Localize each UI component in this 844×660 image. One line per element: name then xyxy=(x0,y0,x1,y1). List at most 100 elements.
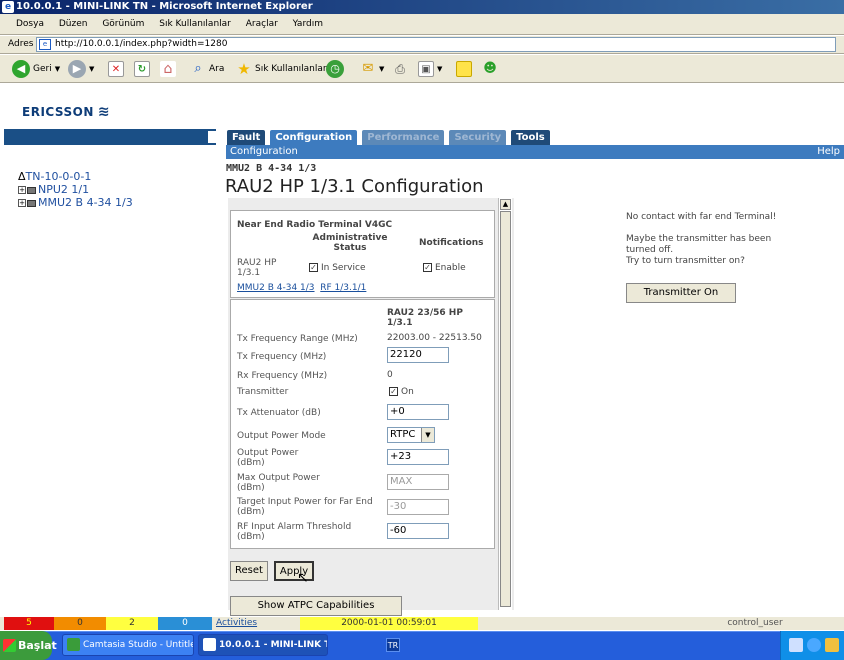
notes-button[interactable] xyxy=(456,59,472,79)
menu-edit[interactable]: Düzen xyxy=(59,19,88,29)
messenger-icon: ☻ xyxy=(483,61,497,76)
back-button[interactable]: ◀ Geri ▼ xyxy=(12,59,60,79)
refresh-button[interactable]: ↻ xyxy=(134,59,150,79)
window-title-bar: e 10.0.0.1 - MINI-LINK TN - Microsoft In… xyxy=(0,0,844,14)
tx-attenuator-input[interactable]: +0 xyxy=(387,404,449,420)
output-power-mode-select[interactable]: RTPC ▼ xyxy=(387,427,435,443)
tree-item-mmu[interactable]: + MMU2 B 4-34 1/3 xyxy=(18,196,133,209)
expand-icon[interactable]: + xyxy=(18,199,26,207)
chevron-down-icon: ▼ xyxy=(89,65,95,73)
near-end-box: Near End Radio Terminal V4GC Administrat… xyxy=(230,210,495,298)
language-indicator[interactable]: TR xyxy=(386,638,400,652)
admin-status-checkbox[interactable]: ✓ In Service xyxy=(309,263,365,273)
print-button[interactable]: ⎙ xyxy=(392,59,408,79)
favorites-button[interactable]: ★ Sık Kullanılanlar xyxy=(236,59,327,79)
scroll-up-icon[interactable]: ▲ xyxy=(500,199,511,210)
home-button[interactable]: ⌂ xyxy=(160,59,176,79)
no-contact-text: No contact with far end Terminal! xyxy=(626,212,777,222)
notifications-checkbox[interactable]: ✓ Enable xyxy=(423,263,466,273)
printer-icon: ⎙ xyxy=(395,62,405,76)
task-camtasia-label: Camtasia Studio - Untitle... xyxy=(83,640,194,650)
rf-alarm-threshold-label: RF Input Alarm Threshold (dBm) xyxy=(237,522,352,542)
tab-tools[interactable]: Tools xyxy=(510,129,551,145)
transmitter-checkbox[interactable]: ✓ On xyxy=(389,387,414,397)
start-button[interactable]: Başlat xyxy=(0,631,57,660)
section-bar: Configuration Help xyxy=(226,145,844,159)
output-power-label: Output Power (dBm) xyxy=(237,448,299,468)
transmitter-on-button[interactable]: Transmitter On xyxy=(626,283,736,303)
param-column-header: RAU2 23/56 HP 1/3.1 xyxy=(387,308,463,328)
status-minor-count[interactable]: 2 xyxy=(106,617,158,630)
tray-ie-icon[interactable] xyxy=(807,638,821,652)
activities-link[interactable]: Activities xyxy=(216,617,260,630)
status-warning-count[interactable]: 0 xyxy=(158,617,212,630)
taskbar-camtasia[interactable]: Camtasia Studio - Untitle... xyxy=(62,634,194,656)
tree-item-root[interactable]: ΔTN-10-0-0-1 xyxy=(18,170,133,183)
messenger-button[interactable]: ☻ xyxy=(482,59,498,79)
panel-scrollbar[interactable]: ▲ xyxy=(498,198,512,610)
help-link[interactable]: Help xyxy=(817,145,840,159)
tree-item-npu[interactable]: + NPU2 1/1 xyxy=(18,183,133,196)
edit-button[interactable]: ▣ ▼ xyxy=(418,59,442,79)
ie-icon: e xyxy=(2,1,14,13)
chevron-down-icon: ▼ xyxy=(379,65,385,73)
back-label: Geri xyxy=(33,64,52,74)
status-critical-count[interactable]: 5 xyxy=(4,617,54,630)
transmitter-value: On xyxy=(401,387,414,397)
max-output-power-label: Max Output Power (dBm) xyxy=(237,473,320,493)
notifications-header: Notifications xyxy=(419,238,484,248)
tray-app-icon[interactable] xyxy=(789,638,803,652)
menu-view[interactable]: Görünüm xyxy=(102,19,144,29)
address-input[interactable]: e http://10.0.0.1/index.php?width=1280 xyxy=(36,37,836,52)
address-label: Adres xyxy=(8,39,34,49)
edit-icon: ▣ xyxy=(418,61,434,77)
tx-range-value: 22003.00 - 22513.50 xyxy=(387,333,482,343)
mouse-cursor-icon: ↖ xyxy=(297,570,309,586)
tx-frequency-input[interactable]: 22120 xyxy=(387,347,449,363)
tx-attenuator-label: Tx Attenuator (dB) xyxy=(237,408,321,418)
tree-root-label: TN-10-0-0-1 xyxy=(25,170,92,183)
forward-arrow-icon: ▶ xyxy=(68,60,86,78)
transmitter-label: Transmitter xyxy=(237,387,289,397)
expand-icon[interactable]: + xyxy=(18,186,26,194)
favorites-label: Sık Kullanılanlar xyxy=(255,64,327,74)
reset-button[interactable]: Reset xyxy=(230,561,268,581)
window-title: 10.0.0.1 - MINI-LINK TN - Microsoft Inte… xyxy=(16,1,313,12)
search-label: Ara xyxy=(209,64,225,74)
rf-alarm-threshold-input[interactable]: -60 xyxy=(387,523,449,539)
target-input-power-label: Target Input Power for Far End (dBm) xyxy=(237,497,373,517)
menu-file[interactable]: Dosya xyxy=(16,19,44,29)
tx-frequency-label: Tx Frequency (MHz) xyxy=(237,352,327,362)
search-button[interactable]: ⌕ Ara xyxy=(190,59,224,79)
near-end-links: MMU2 B 4-34 1/3 RF 1/3.1/1 xyxy=(237,283,366,293)
notes-icon xyxy=(456,61,472,77)
refresh-icon: ↻ xyxy=(134,61,150,77)
tab-configuration[interactable]: Configuration xyxy=(269,129,359,145)
mmu-link[interactable]: MMU2 B 4-34 1/3 xyxy=(237,283,315,293)
mail-button[interactable]: ✉ ▼ xyxy=(360,59,385,79)
output-power-input[interactable]: +23 xyxy=(387,449,449,465)
status-major-count[interactable]: 0 xyxy=(54,617,106,630)
forward-button[interactable]: ▶ ▼ xyxy=(68,59,94,79)
menu-favorites[interactable]: Sık Kullanılanlar xyxy=(159,19,231,29)
checkbox-icon: ✓ xyxy=(389,387,398,396)
stop-button[interactable]: ✕ xyxy=(108,59,124,79)
status-bar: 5 0 2 0 Activities 2000-01-01 00:59:01 c… xyxy=(0,617,844,630)
rf-link[interactable]: RF 1/3.1/1 xyxy=(320,283,366,293)
near-end-heading: Near End Radio Terminal V4GC xyxy=(237,220,393,230)
menu-help[interactable]: Yardım xyxy=(293,19,323,29)
tree-mmu-label: MMU2 B 4-34 1/3 xyxy=(38,196,133,209)
ericsson-logo: ERICSSON ≋ xyxy=(22,104,110,120)
history-button[interactable]: ◷ xyxy=(326,59,344,79)
scroll-thumb[interactable] xyxy=(500,211,511,607)
menu-tools[interactable]: Araçlar xyxy=(246,19,278,29)
tab-performance[interactable]: Performance xyxy=(361,129,446,145)
breadcrumb: MMU2 B 4-34 1/3 xyxy=(226,163,317,174)
taskbar-ie[interactable]: 10.0.0.1 - MINI-LINK T... xyxy=(198,634,328,656)
tab-security[interactable]: Security xyxy=(448,129,508,145)
windows-flag-icon xyxy=(3,639,16,652)
tray-folder-icon[interactable] xyxy=(825,638,839,652)
browser-toolbar: ◀ Geri ▼ ▶ ▼ ✕ ↻ ⌂ ⌕ Ara ★ Sık Kullanıla… xyxy=(0,55,844,83)
show-atpc-button[interactable]: Show ATPC Capabilities xyxy=(230,596,402,616)
tab-fault[interactable]: Fault xyxy=(226,129,267,145)
